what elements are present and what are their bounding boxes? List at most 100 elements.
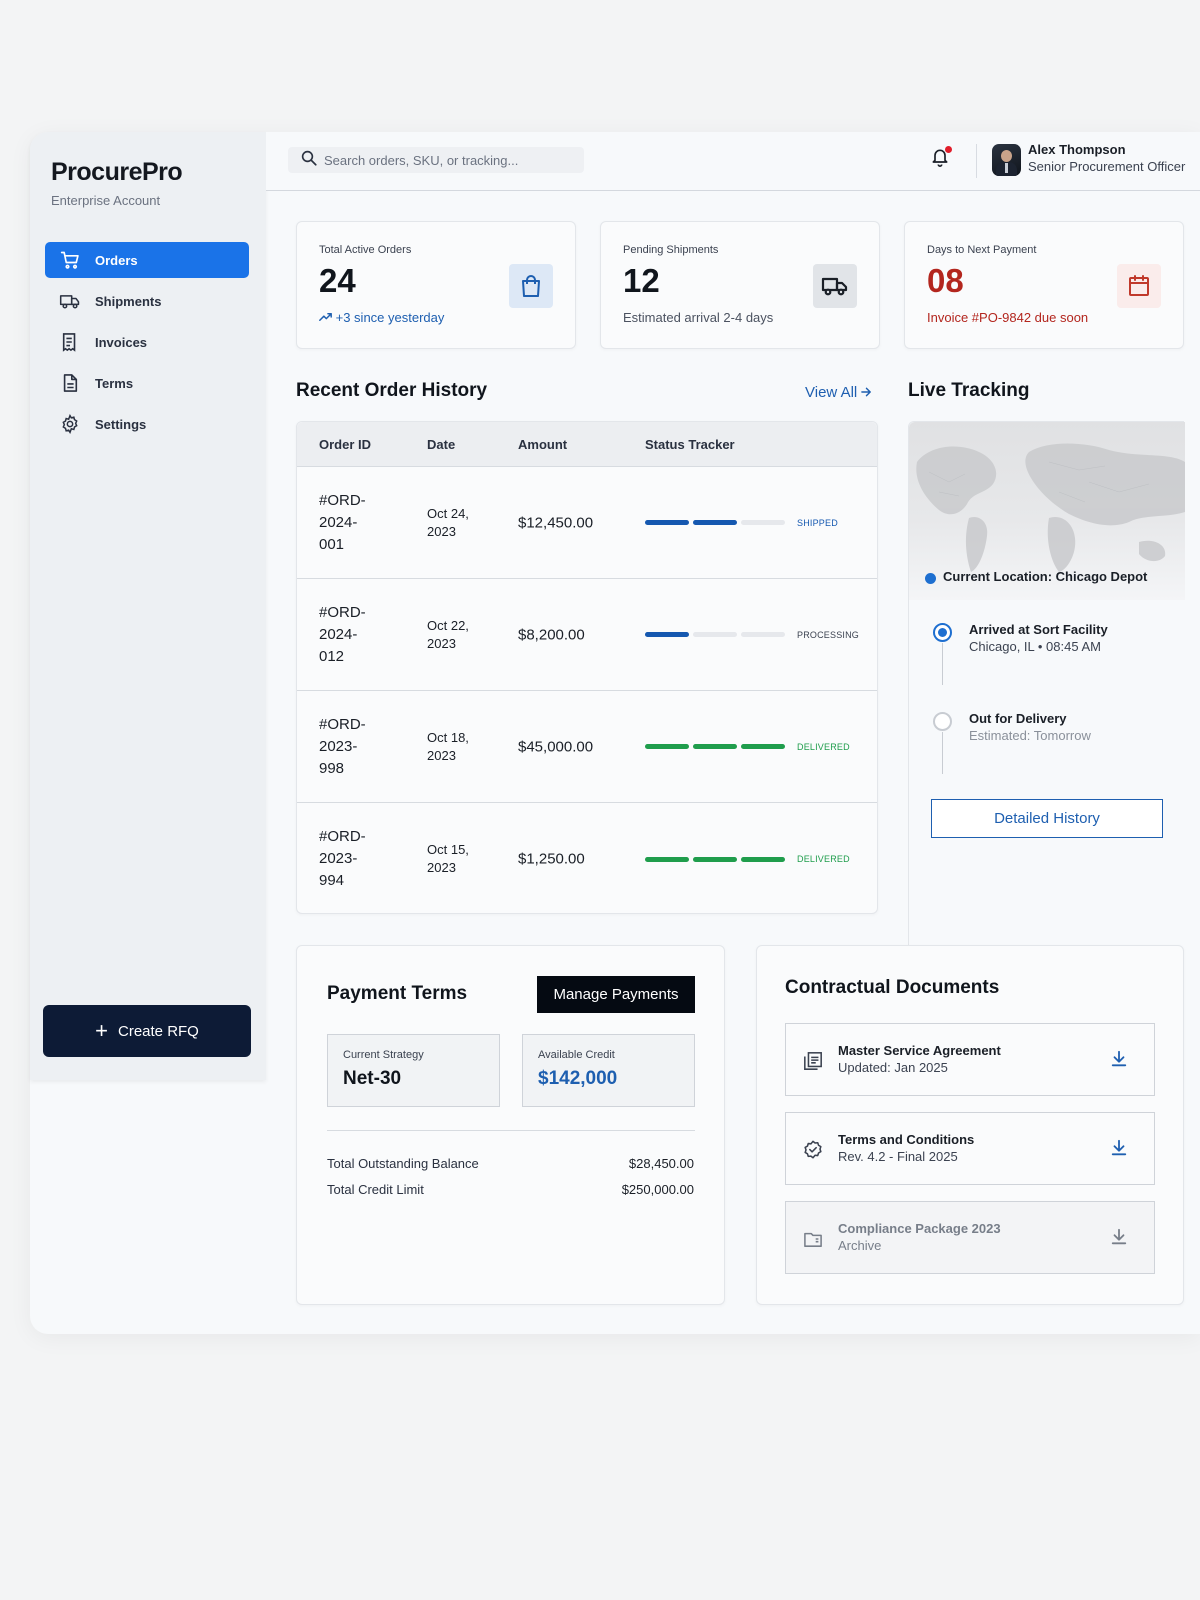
credit-value: $142,000 bbox=[538, 1068, 618, 1089]
download-icon[interactable] bbox=[1110, 1228, 1130, 1248]
order-date: Oct 24, 2023 bbox=[427, 505, 469, 539]
progress-segment bbox=[693, 632, 737, 637]
sidebar-item-shipments[interactable]: Shipments bbox=[45, 283, 249, 319]
event-detail: Chicago, IL • 08:45 AM bbox=[969, 639, 1101, 654]
table-row[interactable]: #ORD-2024-012 Oct 22, 2023 $8,200.00 PRO… bbox=[297, 579, 877, 691]
document-item[interactable]: Master Service Agreement Updated: Jan 20… bbox=[785, 1023, 1155, 1096]
notifications-button[interactable] bbox=[930, 146, 952, 170]
sidebar-item-label: Shipments bbox=[95, 293, 162, 309]
sidebar-item-label: Terms bbox=[95, 375, 134, 391]
receipt-icon bbox=[59, 331, 81, 353]
create-rfq-button[interactable]: + Create RFQ bbox=[43, 1005, 251, 1057]
sidebar-nav: Orders Shipments Invoices Terms Settings bbox=[45, 242, 249, 447]
status-tracker: DELIVERED bbox=[645, 854, 850, 864]
progress-segment bbox=[741, 632, 785, 637]
document-title: Terms and Conditions bbox=[838, 1132, 975, 1147]
document-item[interactable]: Terms and Conditions Rev. 4.2 - Final 20… bbox=[785, 1112, 1155, 1185]
sidebar-item-invoices[interactable]: Invoices bbox=[45, 324, 249, 360]
user-name: Alex Thompson bbox=[1028, 142, 1126, 157]
timeline-dot-active bbox=[933, 623, 952, 642]
event-title: Out for Delivery bbox=[969, 711, 1067, 726]
bell-icon bbox=[930, 149, 950, 172]
sidebar-item-label: Orders bbox=[95, 252, 138, 268]
progress-segment bbox=[693, 520, 737, 525]
column-header: Amount bbox=[518, 436, 568, 452]
stat-sub: Estimated arrival 2-4 days bbox=[623, 310, 774, 325]
order-date: Oct 18, 2023 bbox=[427, 729, 469, 763]
column-header: Order ID bbox=[319, 436, 372, 452]
document-stack-icon bbox=[802, 1050, 824, 1072]
avatar[interactable] bbox=[992, 144, 1021, 176]
strategy-label: Current Strategy bbox=[343, 1049, 424, 1061]
outstanding-label: Total Outstanding Balance bbox=[327, 1156, 479, 1171]
brand-name: ProcurePro bbox=[51, 158, 183, 186]
table-row[interactable]: #ORD-2023-998 Oct 18, 2023 $45,000.00 DE… bbox=[297, 691, 877, 803]
download-icon[interactable] bbox=[1110, 1139, 1130, 1159]
order-id: #ORD-2024-012 bbox=[319, 603, 366, 665]
manage-payments-button[interactable]: Manage Payments bbox=[537, 976, 695, 1013]
document-subtitle: Updated: Jan 2025 bbox=[838, 1060, 948, 1075]
brand-subtitle: Enterprise Account bbox=[51, 193, 161, 208]
strategy-value: Net-30 bbox=[343, 1068, 402, 1089]
event-title: Arrived at Sort Facility bbox=[969, 622, 1108, 637]
search-box[interactable] bbox=[288, 147, 584, 173]
available-credit-box: Available Credit $142,000 bbox=[522, 1034, 695, 1107]
sidebar-item-label: Settings bbox=[95, 416, 147, 432]
sidebar: ProcurePro Enterprise Account Orders Shi… bbox=[30, 132, 266, 1080]
trend-up-icon bbox=[319, 310, 336, 325]
gear-icon bbox=[59, 413, 81, 435]
truck-icon bbox=[813, 264, 857, 308]
stat-value: 08 bbox=[927, 262, 964, 299]
sidebar-item-terms[interactable]: Terms bbox=[45, 365, 249, 401]
credit-label: Available Credit bbox=[538, 1049, 615, 1061]
order-amount: $8,200.00 bbox=[518, 626, 585, 643]
progress-segment bbox=[693, 744, 737, 749]
detailed-history-button[interactable]: Detailed History bbox=[931, 799, 1163, 838]
stat-label: Total Active Orders bbox=[319, 244, 412, 256]
search-icon bbox=[300, 149, 318, 172]
stat-sub: Invoice #PO-9842 due soon bbox=[927, 310, 1089, 325]
status-tracker: SHIPPED bbox=[645, 518, 838, 528]
sidebar-item-label: Invoices bbox=[95, 334, 148, 350]
current-location: Current Location: Chicago Depot bbox=[943, 569, 1148, 584]
contractual-documents-card: Contractual Documents Master Service Agr… bbox=[756, 945, 1184, 1305]
credit-limit-label: Total Credit Limit bbox=[327, 1182, 424, 1197]
payment-title: Payment Terms bbox=[327, 983, 468, 1004]
orders-table: Order ID Date Amount Status Tracker #ORD… bbox=[296, 421, 878, 914]
order-date: Oct 15, 2023 bbox=[427, 842, 469, 875]
table-header: Order ID Date Amount Status Tracker bbox=[297, 422, 877, 467]
location-dot bbox=[925, 573, 936, 584]
document-subtitle: Rev. 4.2 - Final 2025 bbox=[838, 1149, 958, 1164]
download-icon[interactable] bbox=[1110, 1050, 1130, 1070]
event-detail: Estimated: Tomorrow bbox=[969, 728, 1091, 743]
progress-segment bbox=[693, 856, 737, 862]
order-amount: $45,000.00 bbox=[518, 738, 594, 755]
stat-trend: +3 since yesterday bbox=[319, 310, 444, 325]
search-input[interactable] bbox=[324, 152, 574, 168]
status-tracker: DELIVERED bbox=[645, 742, 850, 752]
timeline-connector bbox=[942, 643, 943, 685]
progress-segment bbox=[741, 520, 785, 525]
column-header: Date bbox=[427, 436, 456, 452]
view-all-link[interactable]: View All bbox=[805, 384, 872, 401]
stat-card-active-orders: Total Active Orders 24 +3 since yesterda… bbox=[296, 221, 576, 349]
status-label: DELIVERED bbox=[797, 854, 850, 864]
status-label: DELIVERED bbox=[797, 741, 850, 752]
documents-title: Contractual Documents bbox=[785, 977, 1000, 998]
timeline-connector bbox=[942, 732, 943, 774]
document-title: Master Service Agreement bbox=[838, 1043, 1001, 1058]
table-row[interactable]: #ORD-2024-001 Oct 24, 2023 $12,450.00 SH… bbox=[297, 467, 877, 579]
document-icon bbox=[59, 372, 81, 394]
shopping-bag-icon bbox=[509, 264, 553, 308]
status-label: PROCESSING bbox=[797, 629, 860, 640]
arrow-right-icon bbox=[861, 384, 872, 401]
document-item[interactable]: Compliance Package 2023 Archive bbox=[785, 1201, 1155, 1274]
table-row[interactable]: #ORD-2023-994 Oct 15, 2023 $1,250.00 DEL… bbox=[297, 803, 877, 915]
sidebar-item-settings[interactable]: Settings bbox=[45, 406, 249, 442]
progress-segment bbox=[741, 744, 785, 749]
brand: ProcurePro Enterprise Account bbox=[51, 158, 183, 208]
top-bar: Alex Thompson Senior Procurement Officer bbox=[266, 132, 1200, 191]
orders-section-title: Recent Order History bbox=[296, 380, 488, 401]
order-amount: $1,250.00 bbox=[518, 850, 585, 868]
sidebar-item-orders[interactable]: Orders bbox=[45, 242, 249, 278]
